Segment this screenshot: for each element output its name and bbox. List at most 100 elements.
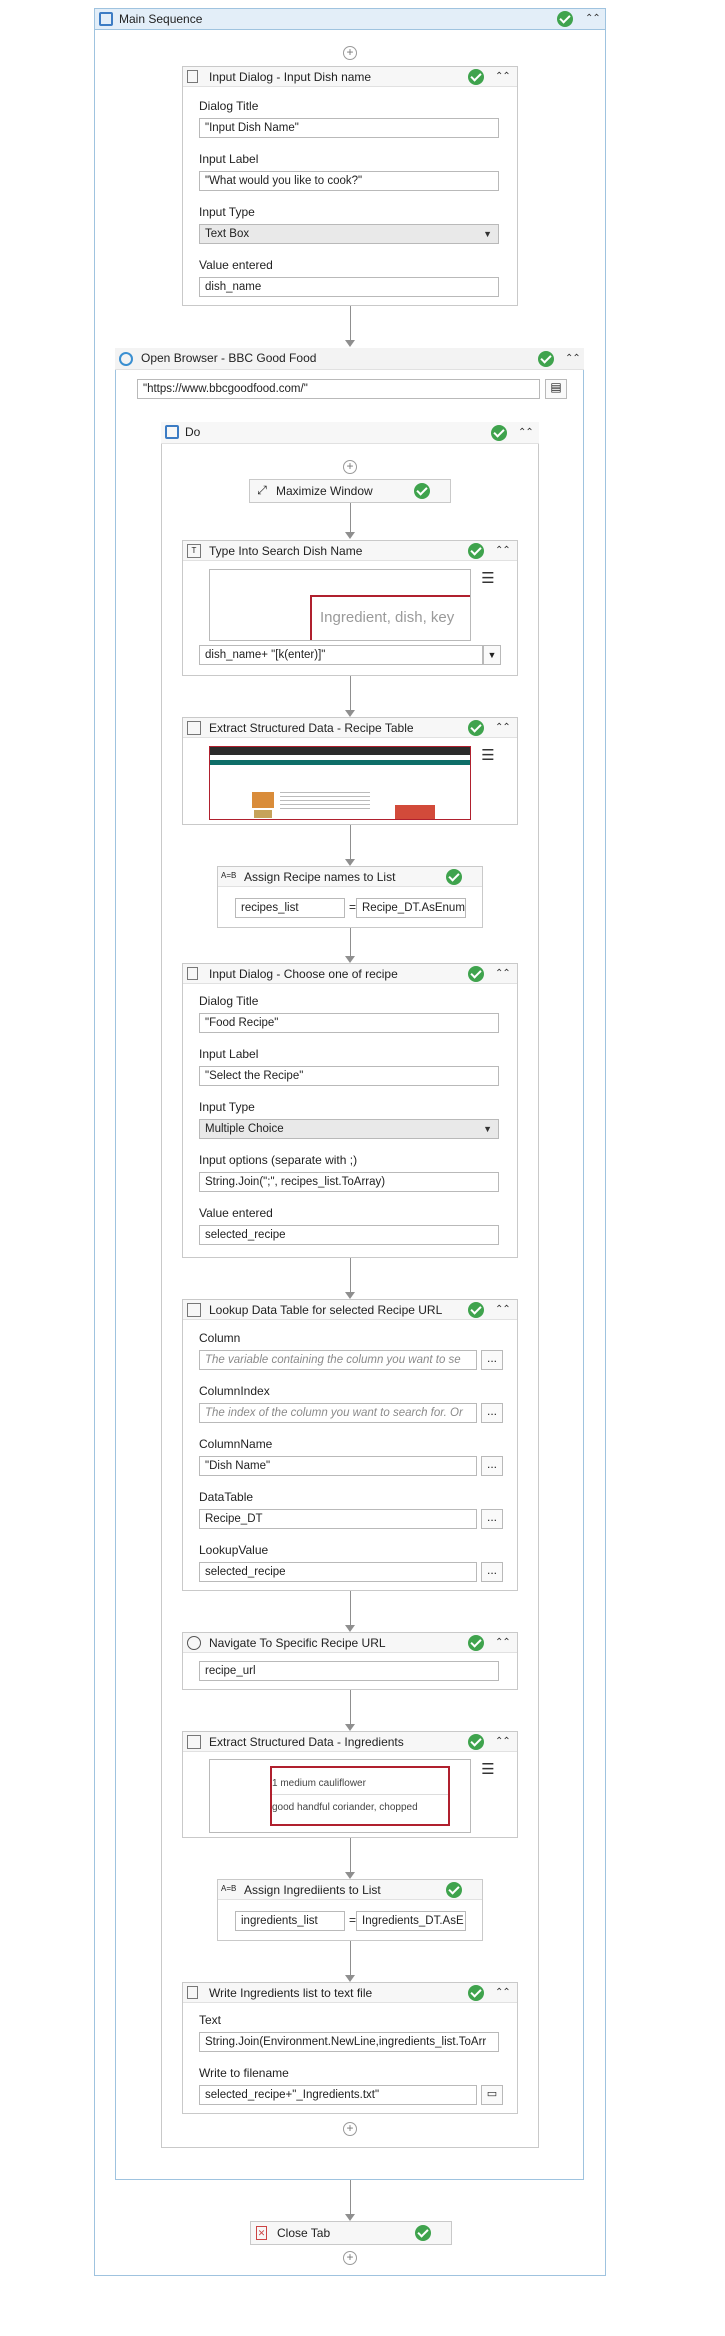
equals-sign: = — [349, 1913, 357, 1927]
text-field[interactable]: dish_name+ "[k(enter)]" — [199, 645, 483, 665]
card-header: A=B Assign Recipe names to List — [218, 867, 482, 887]
datatable-field[interactable]: Recipe_DT — [199, 1509, 477, 1529]
dialog-title-field[interactable]: "Food Recipe" — [199, 1013, 499, 1033]
filename-field[interactable]: selected_recipe+"_Ingredients.txt" — [199, 2085, 477, 2105]
input-type-label: Input Type — [199, 205, 255, 219]
card-header: Navigate To Specific Recipe URL ⌃⌃ — [183, 1633, 517, 1653]
page-navbar — [210, 760, 470, 765]
menu-icon[interactable]: ☰ — [479, 1762, 497, 1780]
assign-to-field[interactable]: ingredients_list — [235, 1911, 345, 1931]
url-field[interactable]: recipe_url — [199, 1661, 499, 1681]
datatable-browse-button[interactable]: ... — [481, 1509, 503, 1529]
collapse-icon[interactable]: ⌃⌃ — [495, 1636, 511, 1650]
write-file-icon — [187, 1986, 198, 1999]
menu-icon[interactable]: ☰ — [479, 571, 497, 589]
input-label-field[interactable]: "Select the Recipe" — [199, 1066, 499, 1086]
type-into-card[interactable]: T Type Into Search Dish Name ⌃⌃ Ingredie… — [182, 540, 518, 676]
lookup-value-field[interactable]: selected_recipe — [199, 1562, 477, 1582]
input-label-field[interactable]: "What would you like to cook?" — [199, 171, 499, 191]
collapse-icon[interactable]: ⌃⌃ — [495, 721, 511, 735]
extract-recipe-card[interactable]: Extract Structured Data - Recipe Table ⌃… — [182, 717, 518, 825]
card-header: T Type Into Search Dish Name ⌃⌃ — [183, 541, 517, 561]
collapse-icon[interactable]: ⌃⌃ — [495, 967, 511, 981]
page-topbar — [210, 747, 470, 755]
connector — [350, 1258, 351, 1294]
assign-recipe-card[interactable]: A=B Assign Recipe names to List recipes_… — [217, 866, 483, 928]
connector — [350, 1690, 351, 1726]
card-title: Assign Ingrediients to List — [244, 1883, 381, 1897]
collapse-icon[interactable]: ⌃⌃ — [495, 544, 511, 558]
success-icon — [468, 1734, 484, 1750]
add-activity-icon[interactable]: + — [343, 460, 357, 474]
main-sequence-header[interactable]: Main Sequence ⌃⌃ — [94, 8, 606, 30]
success-icon — [468, 1302, 484, 1318]
collapse-icon[interactable]: ⌃⌃ — [495, 1735, 511, 1749]
connector — [350, 2180, 351, 2216]
column-name-field[interactable]: "Dish Name" — [199, 1456, 477, 1476]
collapse-icon[interactable]: ⌃⌃ — [565, 352, 581, 366]
column-index-browse-button[interactable]: ... — [481, 1403, 503, 1423]
extract-ingredients-card[interactable]: Extract Structured Data - Ingredients ⌃⌃… — [182, 1731, 518, 1838]
column-name-browse-button[interactable]: ... — [481, 1456, 503, 1476]
folder-icon[interactable]: ▭ — [481, 2085, 503, 2105]
input-options-field[interactable]: String.Join(";", recipes_list.ToArray) — [199, 1172, 499, 1192]
text-dropdown[interactable]: ▼ — [483, 645, 501, 665]
url-editor-icon[interactable]: ▤ — [545, 379, 567, 399]
dialog-title-field[interactable]: "Input Dish Name" — [199, 118, 499, 138]
ingredient-line-1: 1 medium cauliflower — [272, 1778, 366, 1789]
collapse-icon[interactable]: ⌃⌃ — [495, 1986, 511, 2000]
add-activity-icon[interactable]: + — [343, 46, 357, 60]
collapse-icon[interactable]: ⌃⌃ — [518, 426, 534, 440]
value-entered-field[interactable]: selected_recipe — [199, 1225, 499, 1245]
connector-arrow — [345, 2214, 355, 2221]
dialog-icon — [187, 70, 198, 83]
column-field[interactable]: The variable containing the column you w… — [199, 1350, 477, 1370]
input-type-select[interactable]: Multiple Choice ▼ — [199, 1119, 499, 1139]
connector — [350, 1838, 351, 1874]
lookup-value-browse-button[interactable]: ... — [481, 1562, 503, 1582]
input-dialog-dish-card[interactable]: Input Dialog - Input Dish name ⌃⌃ Dialog… — [182, 66, 518, 306]
input-options-label: Input options (separate with ;) — [199, 1153, 358, 1167]
card-header: Input Dialog - Choose one of recipe ⌃⌃ — [183, 964, 517, 984]
datatable-label: DataTable — [199, 1490, 254, 1504]
collapse-icon[interactable]: ⌃⌃ — [495, 70, 511, 84]
close-tab-card[interactable]: ✕ Close Tab — [250, 2221, 452, 2245]
close-tab-title: Close Tab — [277, 2226, 331, 2240]
connector-arrow — [345, 710, 355, 717]
dialog-icon — [187, 967, 198, 980]
success-icon — [557, 11, 573, 27]
column-browse-button[interactable]: ... — [481, 1350, 503, 1370]
lookup-data-table-card[interactable]: Lookup Data Table for selected Recipe UR… — [182, 1299, 518, 1591]
assign-value-field[interactable]: Recipe_DT.AsEnum — [356, 898, 466, 918]
browser-url-field[interactable]: "https://www.bbcgoodfood.com/" — [137, 379, 540, 399]
column-index-field[interactable]: The index of the column you want to sear… — [199, 1403, 477, 1423]
divider — [272, 1794, 448, 1795]
do-sequence-header[interactable]: Do ⌃⌃ — [161, 422, 539, 444]
assign-ingredients-card[interactable]: A=B Assign Ingrediients to List ingredie… — [217, 1879, 483, 1941]
collapse-icon[interactable]: ⌃⌃ — [585, 12, 601, 26]
menu-icon[interactable]: ☰ — [479, 748, 497, 766]
navigate-card[interactable]: Navigate To Specific Recipe URL ⌃⌃ recip… — [182, 1632, 518, 1690]
chevron-down-icon: ▼ — [483, 229, 492, 239]
input-type-select[interactable]: Text Box ▼ — [199, 224, 499, 244]
write-text-file-card[interactable]: Write Ingredients list to text file ⌃⌃ T… — [182, 1982, 518, 2114]
assign-to-field[interactable]: recipes_list — [235, 898, 345, 918]
assign-value-field[interactable]: Ingredients_DT.AsE — [356, 1911, 466, 1931]
success-icon — [468, 69, 484, 85]
maximize-window-card[interactable]: ⤢ Maximize Window — [249, 479, 451, 503]
success-icon — [414, 483, 430, 499]
collapse-icon[interactable]: ⌃⌃ — [495, 1303, 511, 1317]
page-thumb — [395, 805, 435, 819]
card-title: Navigate To Specific Recipe URL — [209, 1636, 386, 1650]
text-field[interactable]: String.Join(Environment.NewLine,ingredie… — [199, 2032, 499, 2052]
dialog-title-label: Dialog Title — [199, 994, 259, 1008]
card-title: Assign Recipe names to List — [244, 870, 396, 884]
input-dialog-recipe-card[interactable]: Input Dialog - Choose one of recipe ⌃⌃ D… — [182, 963, 518, 1258]
do-title: Do — [185, 425, 201, 439]
page-thumb — [254, 810, 272, 818]
success-icon — [468, 543, 484, 559]
add-activity-icon[interactable]: + — [343, 2251, 357, 2265]
value-entered-field[interactable]: dish_name — [199, 277, 499, 297]
add-activity-icon[interactable]: + — [343, 2122, 357, 2136]
card-header: Lookup Data Table for selected Recipe UR… — [183, 1300, 517, 1320]
